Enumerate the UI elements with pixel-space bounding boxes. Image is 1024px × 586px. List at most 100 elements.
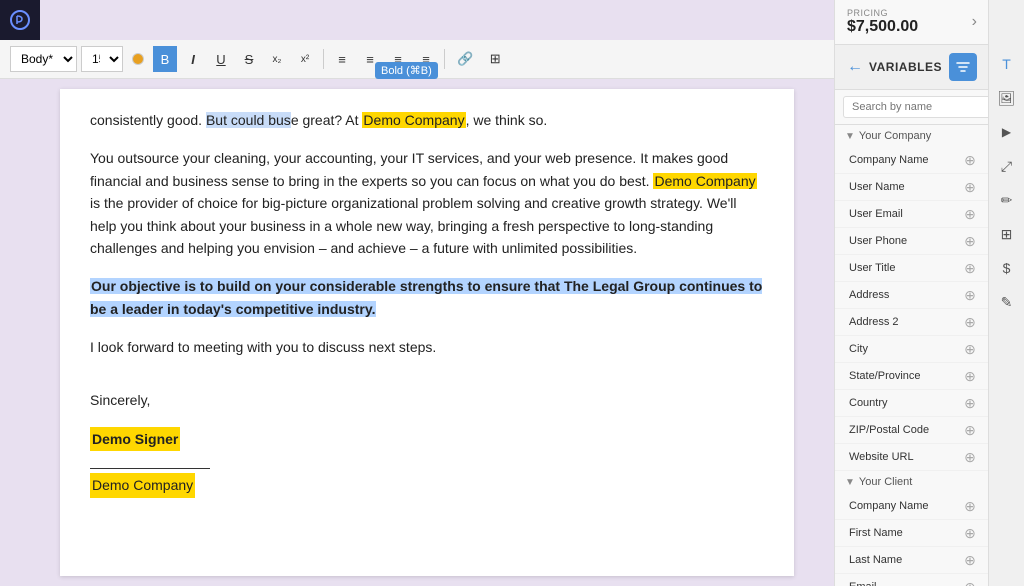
unordered-list-button[interactable]: ≡	[414, 46, 438, 72]
italic-button[interactable]: I	[181, 46, 205, 72]
strikethrough-button[interactable]: S	[237, 46, 261, 72]
var-item-user-phone[interactable]: User Phone ⊕	[835, 228, 989, 255]
pen-icon: ✏	[1001, 192, 1013, 209]
var-item-email[interactable]: Email ⊕	[835, 574, 989, 586]
filter-icon	[956, 60, 970, 74]
paragraph-4-text: I look forward to meeting with you to di…	[90, 339, 436, 355]
your-company-group[interactable]: ▼ Your Company	[835, 125, 989, 147]
image-icon: 🖼	[998, 90, 1016, 107]
add-last-name-button[interactable]: ⊕	[961, 551, 979, 569]
demo-company-2: Demo Company	[653, 173, 756, 189]
variables-title: VARIABLES	[869, 60, 942, 74]
image-tool-button[interactable]: 🖼	[993, 84, 1021, 112]
pricing-info: PRICING $7,500.00	[847, 8, 918, 36]
var-label: Address	[849, 289, 889, 301]
underline-button[interactable]: U	[209, 46, 233, 72]
var-item-zip[interactable]: ZIP/Postal Code ⊕	[835, 417, 989, 444]
var-item-state[interactable]: State/Province ⊕	[835, 363, 989, 390]
add-website-button[interactable]: ⊕	[961, 448, 979, 466]
text-tool-button[interactable]: T	[993, 50, 1021, 78]
bold-button[interactable]: B	[153, 46, 177, 72]
sidebar-icon-strip: T 🖼 ▶ ⤢ ✏ ⊞ $ ✎	[988, 0, 1024, 586]
add-country-button[interactable]: ⊕	[961, 394, 979, 412]
search-box: ✕	[835, 90, 989, 125]
font-size-select[interactable]: 15	[81, 46, 123, 72]
more-button[interactable]: ⊞	[483, 46, 507, 72]
color-circle	[132, 53, 144, 65]
add-user-name-button[interactable]: ⊕	[961, 178, 979, 196]
logo-icon	[9, 9, 31, 31]
paragraph-1: consistently good. But could buse great?…	[90, 109, 764, 131]
signature-block: Sincerely, Demo Signer Demo Company	[90, 389, 764, 498]
video-tool-button[interactable]: ▶	[993, 118, 1021, 146]
var-item-website[interactable]: Website URL ⊕	[835, 444, 989, 471]
toolbar: Body* 15 B I U S x₂ x² ≡ ≡ ≡ ≡ 🔗 ⊞	[0, 40, 834, 79]
link-button[interactable]: 🔗	[451, 46, 479, 72]
line-height-button[interactable]: ≡	[330, 46, 354, 72]
add-user-title-button[interactable]: ⊕	[961, 259, 979, 277]
add-city-button[interactable]: ⊕	[961, 340, 979, 358]
var-item-user-name[interactable]: User Name ⊕	[835, 174, 989, 201]
font-style-select[interactable]: Body*	[10, 46, 77, 72]
resize-icon: ⤢	[1001, 158, 1012, 175]
var-label: Country	[849, 397, 888, 409]
variables-list: ▼ Your Company Company Name ⊕ User Name …	[835, 125, 989, 586]
table-tool-button[interactable]: ⊞	[993, 220, 1021, 248]
editor-area: Body* 15 B I U S x₂ x² ≡ ≡ ≡ ≡ 🔗 ⊞ Bold …	[0, 0, 834, 586]
var-label: User Title	[849, 262, 895, 274]
text-icon: T	[1002, 56, 1011, 72]
app-logo	[0, 0, 40, 40]
add-zip-button[interactable]: ⊕	[961, 421, 979, 439]
document-content[interactable]: consistently good. But could buse great?…	[60, 89, 794, 576]
add-user-email-button[interactable]: ⊕	[961, 205, 979, 223]
signer-block: Demo Signer Demo Company	[90, 427, 764, 498]
add-client-company-button[interactable]: ⊕	[961, 497, 979, 515]
var-item-user-title[interactable]: User Title ⊕	[835, 255, 989, 282]
p1-highlight-text: e great? At	[291, 112, 363, 128]
add-user-phone-button[interactable]: ⊕	[961, 232, 979, 250]
resize-tool-button[interactable]: ⤢	[993, 152, 1021, 180]
filter-button[interactable]	[949, 53, 977, 81]
var-label: ZIP/Postal Code	[849, 424, 929, 436]
add-state-button[interactable]: ⊕	[961, 367, 979, 385]
var-item-country[interactable]: Country ⊕	[835, 390, 989, 417]
pen-tool-button[interactable]: ✏	[993, 186, 1021, 214]
back-arrow-icon[interactable]: ←	[847, 58, 863, 76]
var-label: User Phone	[849, 235, 907, 247]
pricing-chevron-icon[interactable]: ›	[972, 13, 977, 31]
paragraph-2-rest: is the provider of choice for big-pictur…	[90, 195, 736, 256]
signer-company: Demo Company	[90, 473, 195, 497]
var-label: First Name	[849, 527, 903, 539]
variables-header: ← VARIABLES	[835, 45, 989, 90]
var-item-address2[interactable]: Address 2 ⊕	[835, 309, 989, 336]
video-icon: ▶	[1002, 125, 1011, 139]
var-item-company-name[interactable]: Company Name ⊕	[835, 147, 989, 174]
subscript-button[interactable]: x₂	[265, 46, 289, 72]
var-item-city[interactable]: City ⊕	[835, 336, 989, 363]
var-item-user-email[interactable]: User Email ⊕	[835, 201, 989, 228]
add-address2-button[interactable]: ⊕	[961, 313, 979, 331]
align-button[interactable]: ≡	[358, 46, 382, 72]
objective-text: Our objective is to build on your consid…	[90, 278, 762, 316]
your-client-group[interactable]: ▼ Your Client	[835, 471, 989, 493]
chevron-down-icon-2: ▼	[845, 477, 855, 488]
sidebar: PRICING $7,500.00 › ← VARIABLES ✕	[834, 0, 1024, 586]
add-company-name-button[interactable]: ⊕	[961, 151, 979, 169]
var-item-address[interactable]: Address ⊕	[835, 282, 989, 309]
var-item-first-name[interactable]: First Name ⊕	[835, 520, 989, 547]
var-item-client-company[interactable]: Company Name ⊕	[835, 493, 989, 520]
paragraph-3: Our objective is to build on your consid…	[90, 275, 764, 320]
dollar-icon: $	[1003, 260, 1011, 276]
superscript-button[interactable]: x²	[293, 46, 317, 72]
var-item-last-name[interactable]: Last Name ⊕	[835, 547, 989, 574]
ordered-list-button[interactable]: ≡	[386, 46, 410, 72]
signature-line	[90, 455, 210, 469]
add-email-button[interactable]: ⊕	[961, 578, 979, 586]
add-first-name-button[interactable]: ⊕	[961, 524, 979, 542]
font-color-button[interactable]	[127, 48, 149, 70]
sidebar-content: PRICING $7,500.00 › ← VARIABLES ✕	[835, 0, 989, 586]
edit-tool-button[interactable]: ✎	[993, 288, 1021, 316]
pricing-tool-button[interactable]: $	[993, 254, 1021, 282]
search-input[interactable]	[843, 96, 1003, 118]
add-address-button[interactable]: ⊕	[961, 286, 979, 304]
